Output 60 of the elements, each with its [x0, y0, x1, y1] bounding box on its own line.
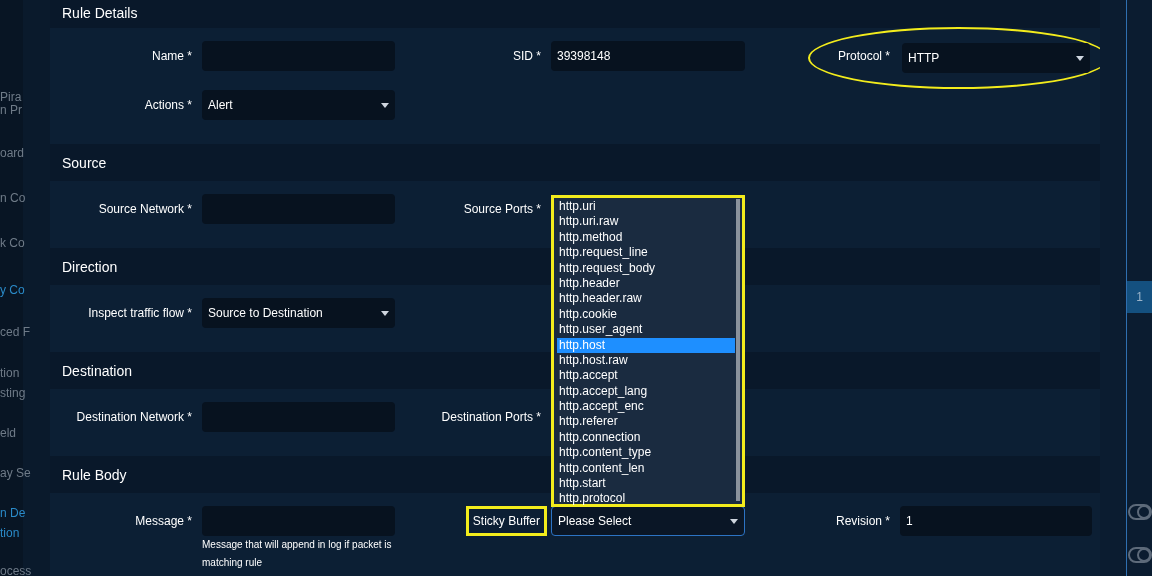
- sidebar-item[interactable]: n Co: [0, 191, 26, 205]
- dropdown-option[interactable]: http.request_line: [557, 245, 735, 261]
- section-header: Source: [50, 144, 1100, 181]
- sidebar-item[interactable]: y Co: [0, 283, 25, 297]
- section-header: Rule Details: [50, 0, 1100, 28]
- dropdown-option[interactable]: http.uri: [557, 199, 735, 215]
- sidebar-item[interactable]: tion: [0, 526, 20, 540]
- field-label: Revision *: [835, 514, 890, 528]
- sidebar-item[interactable]: Pira: [0, 90, 22, 104]
- sidebar-item[interactable]: tion: [0, 366, 20, 380]
- sidebar-item[interactable]: ay Se: [0, 466, 31, 480]
- dropdown-option[interactable]: http.user_agent: [557, 322, 735, 338]
- dropdown-option[interactable]: http.connection: [557, 429, 735, 446]
- caret-icon: [730, 518, 738, 524]
- scrollbar[interactable]: [736, 199, 740, 501]
- dropdown-option[interactable]: http.content_len: [557, 460, 735, 477]
- dropdown-option[interactable]: http.method: [557, 229, 735, 246]
- dropdown-option[interactable]: http.referer: [557, 414, 735, 430]
- caret-icon: [381, 102, 389, 108]
- dropdown-option[interactable]: http.uri.raw: [557, 214, 735, 230]
- field-label: Protocol *: [837, 49, 890, 63]
- dropdown-list[interactable]: [551, 195, 745, 507]
- dropdown-option[interactable]: http.host.raw: [557, 352, 735, 369]
- sidebar-item[interactable]: ced F: [0, 325, 30, 339]
- toggle-icon[interactable]: [1128, 547, 1152, 563]
- sidebar-item[interactable]: sting: [0, 386, 26, 400]
- field-label: Inspect traffic flow *: [88, 306, 192, 320]
- field-label: Name *: [152, 49, 192, 63]
- sidebar-item[interactable]: n De: [0, 506, 26, 520]
- select-field[interactable]: Please Select: [551, 506, 745, 536]
- sidebar-item[interactable]: n Pr: [0, 103, 22, 117]
- dropdown-option[interactable]: http.start: [557, 476, 735, 492]
- help-text: Message that will append in log if packet is matching rule: [202, 538, 393, 570]
- field-label: Source Network *: [98, 202, 192, 216]
- select-field[interactable]: Source to Destination: [202, 298, 395, 328]
- toggle-icon[interactable]: [1128, 504, 1152, 520]
- sidebar-item[interactable]: k Co: [0, 236, 25, 250]
- caret-icon: [1076, 55, 1084, 61]
- field-label: Message *: [135, 514, 192, 528]
- sidebar-item[interactable]: oard: [0, 146, 25, 160]
- page-number[interactable]: 1: [1127, 281, 1152, 313]
- dropdown-option[interactable]: http.accept: [557, 368, 735, 384]
- input-field[interactable]: 39398148: [551, 41, 745, 71]
- dropdown-option[interactable]: http.protocol: [557, 491, 735, 507]
- field-label: Destination Network *: [76, 410, 192, 424]
- dropdown-option[interactable]: http.cookie: [557, 306, 735, 323]
- dropdown-option[interactable]: http.accept_enc: [557, 399, 735, 415]
- field-label: Destination Ports *: [441, 410, 541, 424]
- field-label: Sticky Buffer: [465, 506, 547, 536]
- field-label: SID *: [513, 49, 541, 63]
- dropdown-option[interactable]: http.request_body: [557, 260, 735, 276]
- sidebar-item[interactable]: eld: [0, 426, 16, 440]
- caret-icon: [381, 310, 389, 316]
- select-field[interactable]: HTTP: [902, 43, 1090, 73]
- field-label: Actions *: [144, 98, 192, 112]
- select-field[interactable]: Alert: [202, 90, 395, 120]
- field-label: Source Ports *: [463, 202, 541, 216]
- sidebar-item[interactable]: ocess: [0, 564, 32, 576]
- dropdown-option[interactable]: http.header.raw: [557, 291, 735, 307]
- input-field[interactable]: 1: [900, 506, 1092, 536]
